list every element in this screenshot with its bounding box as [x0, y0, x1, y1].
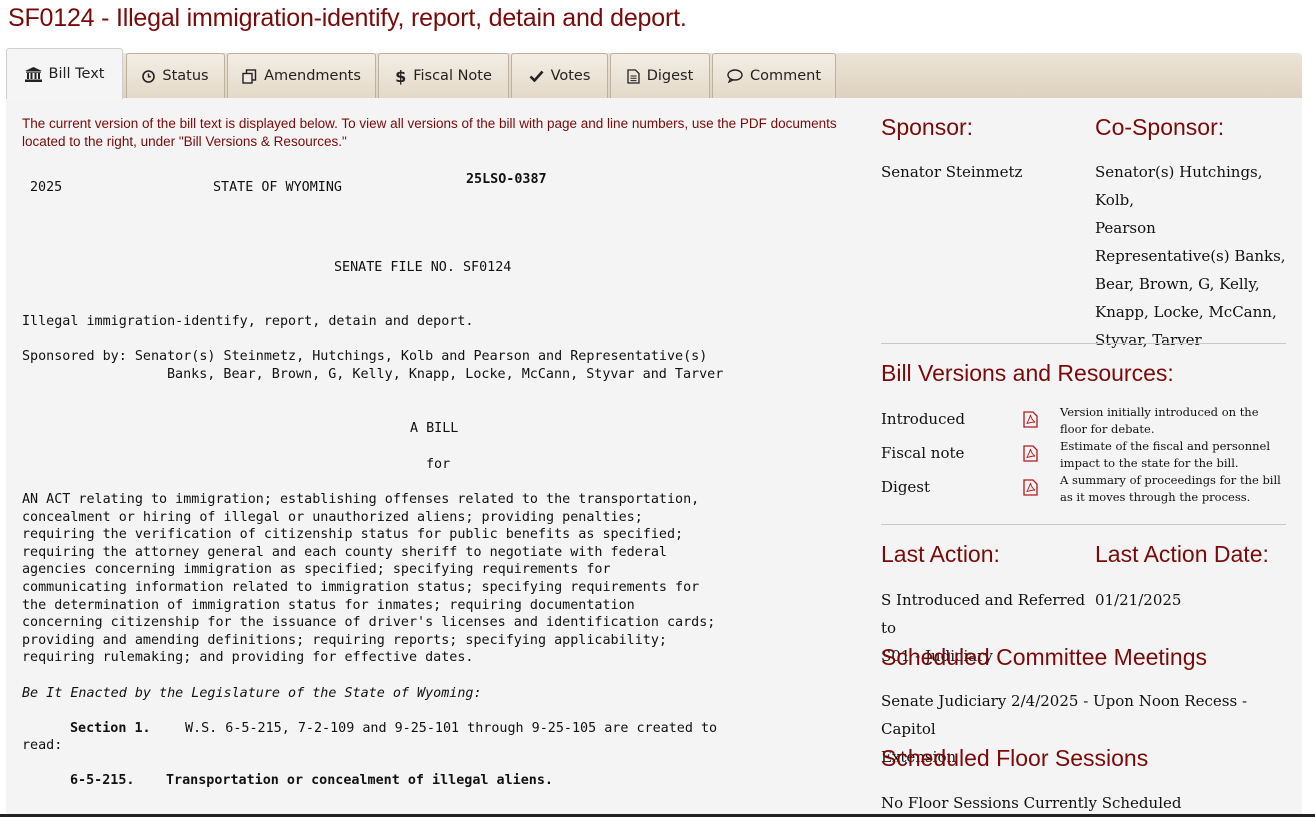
document-icon	[627, 68, 640, 84]
bill-for: for	[426, 457, 451, 472]
check-icon	[529, 70, 544, 82]
resource-name: Introduced	[881, 410, 965, 428]
tab-amendments[interactable]: Amendments	[227, 53, 376, 98]
clock-icon	[142, 69, 156, 83]
floor-sessions-heading: Scheduled Floor Sessions	[881, 745, 1149, 771]
sponsor-name: Senator Steinmetz	[881, 163, 1023, 181]
resource-description: Estimate of the fiscal and personnel imp…	[1060, 439, 1271, 470]
bill-sponsored-line: Banks, Bear, Brown, G, Kelly, Knapp, Loc…	[167, 367, 724, 382]
act-line: concerning citizenship for the issuance …	[22, 615, 716, 631]
subsection-title: Transportation or concealment of illegal…	[166, 773, 553, 788]
last-action-heading: Last Action:	[881, 541, 1000, 567]
divider	[881, 343, 1286, 344]
act-line: providing and amending definitions; requ…	[22, 632, 667, 648]
bill-sponsored-line: Sponsored by: Senator(s) Steinmetz, Hutc…	[22, 349, 708, 364]
cosponsor-line: Styvar, Tarver	[1095, 331, 1202, 349]
subsection-number: 6-5-215.	[70, 773, 135, 788]
bank-icon	[24, 66, 42, 82]
pdf-icon[interactable]	[1023, 411, 1038, 432]
section-text: read:	[22, 738, 63, 753]
resource-name: Fiscal note	[881, 444, 965, 462]
cosponsor-line: Representative(s) Banks,	[1095, 247, 1286, 265]
act-line: communicating information related to imm…	[22, 580, 700, 595]
tab-label: Votes	[550, 68, 591, 84]
last-action-date-heading: Last Action Date:	[1095, 541, 1269, 567]
bill-a-bill: A BILL	[410, 421, 459, 436]
dollar-icon: $	[395, 66, 407, 86]
resource-row-digest: Digest A summary of proceedings for the …	[881, 473, 1286, 508]
tab-bill-text[interactable]: Bill Text	[6, 48, 123, 99]
pdf-icon[interactable]	[1023, 479, 1038, 500]
cosponsor-line: Senator(s) Hutchings, Kolb,	[1095, 163, 1263, 209]
tab-digest[interactable]: Digest	[610, 53, 710, 98]
committee-meetings-heading: Scheduled Committee Meetings	[881, 644, 1207, 670]
bill-year: 2025	[30, 180, 63, 195]
act-line: agencies concerning immigration as speci…	[22, 562, 611, 578]
pdf-icon[interactable]	[1023, 445, 1038, 466]
cosponsor-heading: Co-Sponsor:	[1095, 114, 1225, 140]
act-line: the determination of immigration status …	[22, 597, 635, 613]
resource-description: Version initially introduced on the floo…	[1060, 405, 1259, 436]
divider	[881, 524, 1286, 525]
act-line: requiring rulemaking; and providing for …	[22, 650, 474, 666]
resource-description: A summary of proceedings for the bill as…	[1060, 473, 1281, 504]
versions-heading: Bill Versions and Resources:	[881, 360, 1174, 386]
tab-label: Amendments	[264, 68, 361, 84]
resource-row-introduced: Introduced Version initially introduced …	[881, 405, 1286, 440]
last-action-line: S Introduced and Referred to	[881, 591, 1086, 637]
act-line: requiring the attorney general and each …	[22, 544, 667, 560]
bill-file-number: SENATE FILE NO. SF0124	[334, 260, 512, 275]
tab-fiscal-note[interactable]: $ Fiscal Note	[378, 53, 509, 98]
floor-sessions-text: No Floor Sessions Currently Scheduled	[881, 794, 1182, 812]
tab-votes[interactable]: Votes	[511, 53, 608, 98]
cosponsor-line: Bear, Brown, G, Kelly,	[1095, 275, 1260, 293]
sponsor-heading: Sponsor:	[881, 114, 974, 140]
cosponsor-list: Senator(s) Hutchings, Kolb, Pearson Repr…	[1095, 158, 1295, 354]
tab-label: Comment	[749, 68, 822, 84]
section-text: W.S. 6-5-215, 7-2-109 and 9-25-101 throu…	[185, 721, 718, 736]
copy-icon	[242, 68, 257, 84]
tab-bar: Bill Text Status Amendments $ Fiscal Not…	[6, 48, 1302, 99]
committee-meeting-line: Senate Judiciary 2/4/2025 - Upon Noon Re…	[881, 692, 1248, 738]
tab-label: Bill Text	[48, 66, 105, 82]
bill-short-title: Illegal immigration-identify, report, de…	[22, 314, 474, 329]
tab-label: Digest	[646, 68, 694, 84]
bill-state: STATE OF WYOMING	[213, 180, 342, 195]
tab-label: Fiscal Note	[413, 68, 492, 84]
tab-label: Status	[162, 68, 209, 84]
page-title: SF0124 - Illegal immigration-identify, r…	[8, 4, 687, 32]
tab-comment[interactable]: Comment	[712, 53, 836, 98]
comment-icon	[727, 69, 743, 83]
section-label: Section 1.	[70, 721, 151, 736]
act-line: requiring the verification of citizenshi…	[22, 527, 684, 543]
bill-lso-number: 25LSO-0387	[466, 172, 547, 187]
act-line: AN ACT relating to immigration; establis…	[22, 492, 700, 507]
act-line: concealment or hiring of illegal or unau…	[22, 509, 643, 525]
cosponsor-line: Knapp, Locke, McCann,	[1095, 303, 1277, 321]
tab-status[interactable]: Status	[126, 53, 225, 98]
last-action-date: 01/21/2025	[1095, 591, 1182, 609]
cosponsor-line: Pearson	[1095, 219, 1156, 237]
resource-row-fiscal-note: Fiscal note Estimate of the fiscal and p…	[881, 439, 1286, 474]
enacting-clause: Be It Enacted by the Legislature of the …	[22, 686, 482, 701]
resource-name: Digest	[881, 478, 931, 496]
bill-text-notice: The current version of the bill text is …	[22, 116, 837, 149]
